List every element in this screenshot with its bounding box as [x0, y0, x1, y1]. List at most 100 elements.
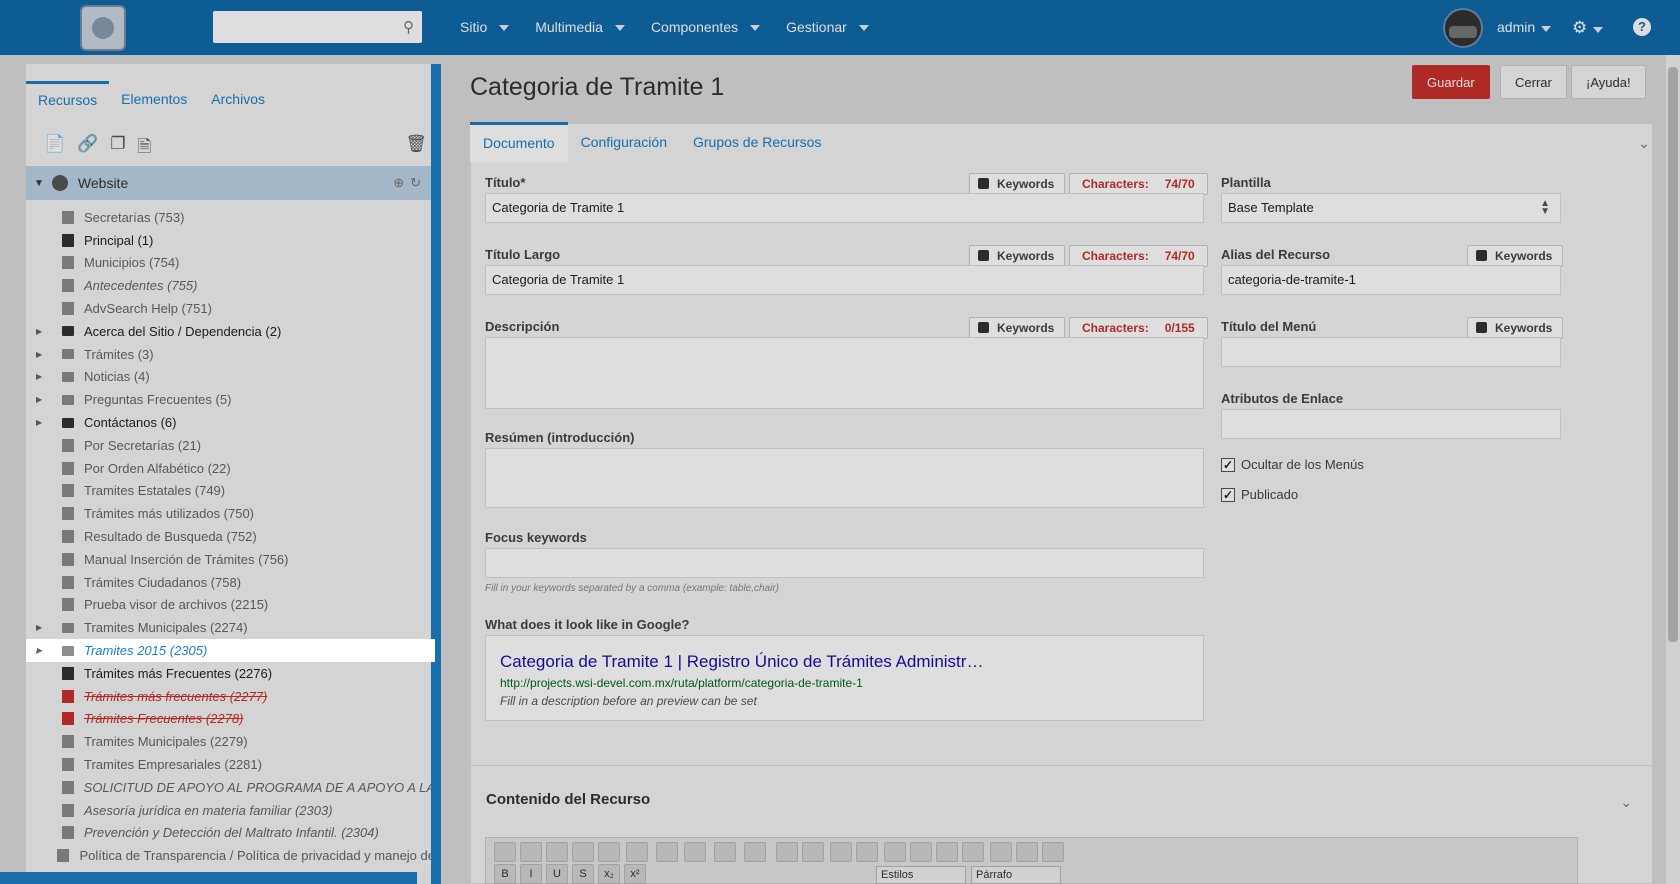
trash-icon[interactable]: 🗑 — [405, 134, 427, 154]
tab-recursos[interactable]: Recursos — [26, 81, 110, 117]
tree-item[interactable]: SOLICITUD DE APOYO AL PROGRAMA DE A APOY… — [26, 776, 435, 799]
tree-item[interactable]: Tramites Estatales (749) — [26, 480, 435, 503]
editor-tool-button[interactable] — [546, 842, 568, 862]
close-button[interactable]: Cerrar — [1500, 65, 1567, 99]
editor-format-button[interactable]: U — [546, 864, 568, 884]
titulo-largo-field[interactable]: Categoria de Tramite 1 — [485, 265, 1204, 295]
tab-archivos[interactable]: Archivos — [199, 81, 277, 117]
editor-tool-button[interactable] — [856, 842, 878, 862]
editor-tool-button[interactable] — [626, 842, 648, 862]
tree-item[interactable]: Trámites Frecuentes (2278) — [26, 708, 435, 731]
tree-item[interactable]: ▶ Trámites (3) — [26, 343, 435, 366]
tree-item[interactable]: ▶ Tramites Municipales (2274) — [26, 616, 435, 639]
user-menu[interactable]: admin — [1497, 0, 1552, 55]
menu-multimedia[interactable]: Multimedia — [522, 0, 638, 55]
editor-tool-button[interactable] — [830, 842, 852, 862]
menu-gestionar[interactable]: Gestionar — [773, 0, 882, 55]
menu-componentes[interactable]: Componentes — [638, 0, 773, 55]
editor-tool-button[interactable] — [684, 842, 706, 862]
tree-item[interactable]: Trámites Ciudadanos (758) — [26, 571, 435, 594]
search-input[interactable]: ⚲ — [213, 11, 422, 43]
tree-item[interactable]: ▶ Preguntas Frecuentes (5) — [26, 388, 435, 411]
expand-arrow-icon[interactable]: ▶ — [36, 646, 48, 655]
editor-tool-button[interactable] — [884, 842, 906, 862]
editor-format-button[interactable]: B — [494, 864, 516, 884]
chevron-down-icon[interactable]: ⌄ — [1620, 794, 1632, 811]
site-logo[interactable] — [80, 5, 126, 51]
expand-arrow-icon[interactable]: ▶ — [36, 418, 48, 427]
keywords-button[interactable]: Keywords — [1467, 245, 1564, 267]
titulo-menu-field[interactable] — [1221, 337, 1561, 367]
editor-format-button[interactable]: x² — [624, 864, 646, 884]
tree-item[interactable]: ▶ Tramites 2015 (2305) — [26, 639, 435, 662]
tree-item[interactable]: Por Orden Alfabético (22) — [26, 457, 435, 480]
editor-tool-button[interactable] — [802, 842, 824, 862]
static-resource-icon[interactable]: 🗎 — [138, 134, 152, 163]
alias-field[interactable]: categoria-de-tramite-1 — [1221, 265, 1561, 295]
tree-item[interactable]: Trámites más utilizados (750) — [26, 502, 435, 525]
tab-documento[interactable]: Documento — [470, 122, 568, 162]
tree-item[interactable]: Secretarías (753) — [26, 206, 435, 229]
tree-item[interactable]: Principal (1) — [26, 229, 435, 252]
tree-item[interactable]: Prevención y Detección del Maltrato Infa… — [26, 822, 435, 845]
expand-arrow-icon[interactable]: ▶ — [36, 395, 48, 404]
search-icon[interactable]: ⚲ — [403, 18, 414, 36]
symlink-icon[interactable]: ❐ — [110, 134, 125, 163]
ocultar-menus-checkbox[interactable]: ✓ Ocultar de los Menús — [1221, 457, 1364, 472]
context-actions[interactable]: ⊕↻ — [393, 175, 427, 191]
help-icon[interactable]: ? — [1633, 18, 1651, 36]
editor-tool-button[interactable] — [494, 842, 516, 862]
tree-item[interactable]: ▶ Contáctanos (6) — [26, 411, 435, 434]
editor-tool-button[interactable] — [936, 842, 958, 862]
keywords-button[interactable]: Keywords — [969, 317, 1066, 339]
tree-item[interactable]: AdvSearch Help (751) — [26, 297, 435, 320]
editor-tool-button[interactable] — [520, 842, 542, 862]
editor-tool-button[interactable] — [572, 842, 594, 862]
expand-arrow-icon[interactable]: ▶ — [36, 327, 48, 336]
expand-arrow-icon[interactable]: ▶ — [36, 350, 48, 359]
tab-configuracion[interactable]: Configuración — [568, 122, 680, 162]
tab-elementos[interactable]: Elementos — [109, 81, 199, 117]
tree-root-website[interactable]: ▼ Website ⊕↻ — [26, 166, 435, 200]
atributos-enlace-field[interactable] — [1221, 409, 1561, 439]
help-button[interactable]: ¡Ayuda! — [1571, 65, 1646, 99]
gear-icon[interactable]: ⚙ — [1572, 0, 1604, 55]
tree-item[interactable]: Trámites más frecuentes (2277) — [26, 685, 435, 708]
new-document-icon[interactable]: 📄 — [44, 134, 65, 163]
editor-tool-button[interactable] — [962, 842, 984, 862]
avatar[interactable] — [1443, 8, 1483, 48]
expand-arrow-icon[interactable]: ▼ — [34, 178, 44, 189]
editor-tool-button[interactable] — [1042, 842, 1064, 862]
tree-item[interactable]: Tramites Municipales (2279) — [26, 730, 435, 753]
scrollbar-thumb[interactable] — [1668, 67, 1678, 642]
format-select[interactable]: Párrafo — [971, 866, 1061, 884]
expand-arrow-icon[interactable]: ▶ — [36, 623, 48, 632]
editor-tool-button[interactable] — [656, 842, 678, 862]
editor-tool-button[interactable] — [1016, 842, 1038, 862]
tree-item[interactable]: ▶ Acerca del Sitio / Dependencia (2) — [26, 320, 435, 343]
editor-tool-button[interactable] — [744, 842, 766, 862]
tree-item[interactable]: Tramites Empresariales (2281) — [26, 753, 435, 776]
menu-sitio[interactable]: Sitio — [447, 0, 522, 55]
tree-item[interactable]: Manual Inserción de Trámites (756) — [26, 548, 435, 571]
tree-item[interactable]: Antecedentes (755) — [26, 274, 435, 297]
titulo-field[interactable]: Categoria de Tramite 1 — [485, 193, 1204, 223]
editor-tool-button[interactable] — [776, 842, 798, 862]
tree-item[interactable]: ▶ Noticias (4) — [26, 366, 435, 389]
focus-keywords-field[interactable] — [485, 548, 1204, 578]
weblink-icon[interactable]: 🔗 — [77, 134, 98, 163]
tree-item[interactable]: Municipios (754) — [26, 252, 435, 275]
expand-arrow-icon[interactable]: ▶ — [36, 372, 48, 381]
tab-grupos-recursos[interactable]: Grupos de Recursos — [680, 122, 834, 162]
resumen-field[interactable] — [485, 448, 1204, 508]
keywords-button[interactable]: Keywords — [969, 245, 1066, 267]
editor-tool-button[interactable] — [910, 842, 932, 862]
tree-item[interactable]: Asesoría jurídica en materia familiar (2… — [26, 799, 435, 822]
tree-item[interactable]: Trámites más Frecuentes (2276) — [26, 662, 435, 685]
page-scrollbar[interactable] — [1666, 55, 1680, 884]
editor-tool-button[interactable] — [714, 842, 736, 862]
keywords-button[interactable]: Keywords — [1467, 317, 1564, 339]
chevron-down-icon[interactable]: ⌄ — [1638, 135, 1650, 152]
save-button[interactable]: Guardar — [1412, 65, 1490, 99]
styles-select[interactable]: Estilos — [876, 866, 966, 884]
